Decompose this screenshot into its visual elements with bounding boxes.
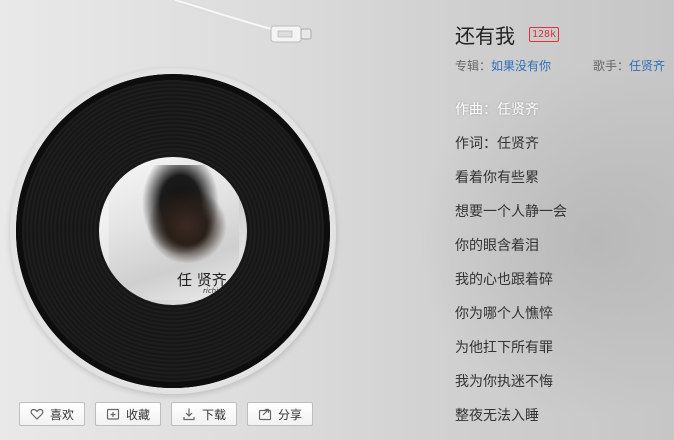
- tonearm: [175, 0, 312, 43]
- collect-button[interactable]: 收藏: [95, 402, 162, 426]
- lyric-line: 我的心也跟着碎: [455, 272, 553, 288]
- like-button[interactable]: 喜欢: [19, 402, 86, 426]
- collect-label: 收藏: [126, 407, 151, 422]
- artist-link[interactable]: 任贤齐: [629, 59, 665, 73]
- album-info: 专辑：如果没有你: [455, 57, 551, 74]
- share-label: 分享: [278, 407, 303, 422]
- lyric-line: 看着你有些累: [455, 170, 539, 186]
- album-label: 专辑：: [455, 59, 492, 73]
- lyric-line: 整夜无法入睡: [455, 408, 539, 424]
- lyric-line-active: 作曲：任贤齐: [455, 102, 539, 118]
- download-button[interactable]: 下载: [171, 402, 238, 426]
- lyric-line: 为他扛下所有罪: [455, 340, 553, 356]
- like-label: 喜欢: [50, 407, 75, 422]
- download-icon: [183, 408, 195, 421]
- artist-label: 歌手：: [593, 59, 630, 73]
- lyric-line: 你为哪个人憔悴: [455, 306, 553, 322]
- quality-badge: 128k: [529, 27, 560, 42]
- cover-artist-subtitle: richie: [203, 287, 223, 295]
- song-title: 还有我: [455, 24, 515, 48]
- share-button[interactable]: 分享: [247, 402, 314, 426]
- heart-icon: [30, 408, 44, 420]
- album-cover: 任 贤齐 richie: [99, 157, 247, 305]
- share-icon: [258, 408, 272, 421]
- lyric-line: 我为你执迷不悔: [455, 374, 553, 390]
- album-link[interactable]: 如果没有你: [491, 59, 551, 73]
- action-bar: 喜欢 收藏 下载 分享: [19, 402, 314, 426]
- lyrics-panel[interactable]: 作曲：任贤齐 作词：任贤齐 看着你有些累 想要一个人静一会 你的眼含着泪 我的心…: [455, 100, 665, 440]
- lyric-line: 你的眼含着泪: [455, 238, 539, 254]
- add-folder-icon: [106, 408, 120, 420]
- lyric-line: 作词：任贤齐: [455, 136, 539, 152]
- download-label: 下载: [202, 407, 227, 422]
- lyric-line: 想要一个人静一会: [455, 204, 567, 220]
- artist-info: 歌手：任贤齐: [593, 57, 665, 74]
